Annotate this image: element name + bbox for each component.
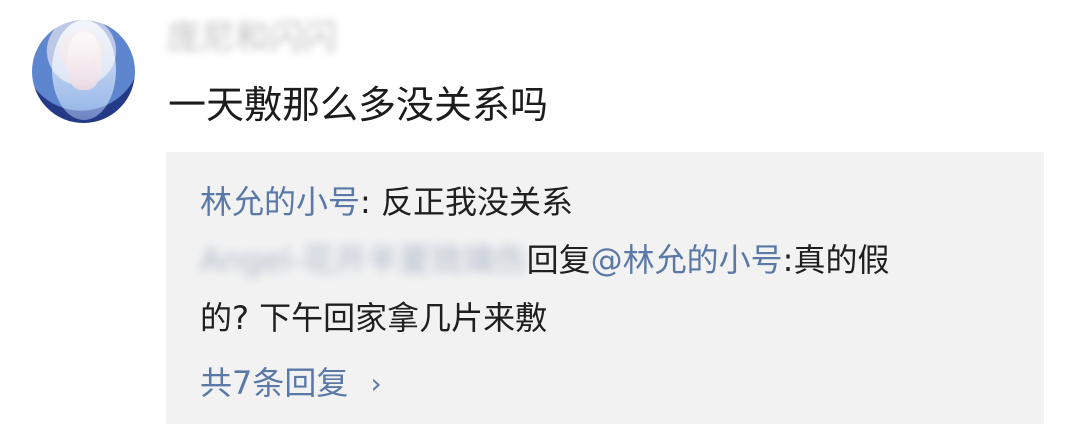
reply-user-link[interactable]: 林允的小号 <box>200 183 360 221</box>
reply-text-part-2: 的? 下午回家拿几片来敷 <box>200 299 548 337</box>
reply-line-1: 林允的小号: 反正我没关系 <box>200 183 573 221</box>
reply-text: 反正我没关系 <box>380 183 573 221</box>
comment-username[interactable]: 庞尼和闪闪 <box>167 21 337 55</box>
reply-connector: 回复 <box>526 241 591 279</box>
mention-link[interactable]: @林允的小号 <box>591 241 783 279</box>
reply-thread: 林允的小号: 反正我没关系 Angel-花开半夏琉璃伤回复@林允的小号:真的假 … <box>166 152 1044 424</box>
more-replies-label: 共7条回复 <box>200 364 349 402</box>
reply-text-part-1: :真的假 <box>782 241 890 279</box>
chevron-right-icon: › <box>370 367 382 400</box>
more-replies-link[interactable]: 共7条回复 › <box>200 364 382 402</box>
reply-user-link[interactable]: Angel-花开半夏琉璃伤 <box>200 241 527 279</box>
reply-separator: : <box>360 183 381 221</box>
reply-line-2: Angel-花开半夏琉璃伤回复@林允的小号:真的假 <box>200 241 889 279</box>
comment-text: 一天敷那么多没关系吗 <box>168 83 549 127</box>
avatar[interactable] <box>32 20 135 123</box>
